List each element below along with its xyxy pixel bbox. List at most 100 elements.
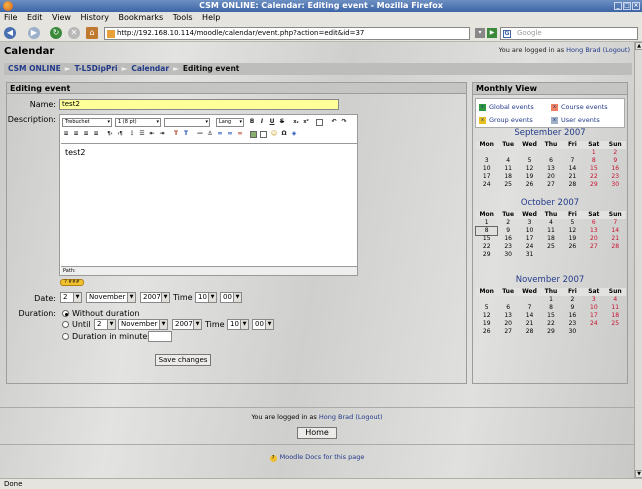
day-cell[interactable]: 8: [583, 157, 604, 165]
day-cell[interactable]: 17: [583, 312, 604, 320]
day-cell[interactable]: 24: [519, 243, 540, 251]
until-minute-select[interactable]: 00 ▼: [252, 319, 274, 330]
without-duration-radio[interactable]: [62, 310, 69, 317]
undo-icon[interactable]: ↶: [330, 118, 338, 126]
day-cell[interactable]: 31: [519, 251, 540, 259]
breadcrumb-calendar[interactable]: Calendar: [131, 64, 169, 73]
smiley-icon[interactable]: ☺: [270, 130, 278, 138]
history-dropdown-icon[interactable]: ▾: [475, 28, 485, 38]
day-cell[interactable]: 10: [476, 165, 497, 173]
day-cell[interactable]: 30: [497, 251, 518, 259]
url-bar[interactable]: http://192.168.10.114/moodle/calendar/ev…: [104, 27, 470, 40]
redo-icon[interactable]: ↷: [340, 118, 348, 126]
day-cell[interactable]: 4: [605, 296, 626, 304]
align-center-icon[interactable]: ≡: [72, 130, 80, 138]
day-cell[interactable]: 20: [540, 173, 561, 181]
home-button[interactable]: Home: [297, 427, 337, 439]
date-month-select[interactable]: November ▼: [86, 292, 136, 303]
table-icon[interactable]: [260, 131, 267, 138]
unlink-icon[interactable]: ∞: [226, 130, 234, 138]
html-source-icon[interactable]: ◈: [290, 130, 298, 138]
month-title[interactable]: November 2007: [473, 275, 627, 285]
day-cell[interactable]: 15: [540, 312, 561, 320]
search-input[interactable]: G Google: [500, 27, 638, 40]
paste-icon[interactable]: [316, 119, 323, 126]
day-cell[interactable]: 9: [605, 157, 626, 165]
day-cell[interactable]: 18: [605, 312, 626, 320]
date-year-select[interactable]: 2007 ▼: [140, 292, 170, 303]
format-select[interactable]: [164, 118, 210, 127]
day-cell[interactable]: 5: [562, 219, 583, 227]
day-cell[interactable]: 29: [476, 251, 497, 259]
day-cell[interactable]: 30: [605, 181, 626, 189]
until-month-select[interactable]: November ▼: [118, 319, 168, 330]
day-cell[interactable]: 25: [540, 243, 561, 251]
day-cell[interactable]: 30: [562, 328, 583, 336]
day-cell[interactable]: 3: [583, 296, 604, 304]
day-cell[interactable]: 23: [605, 173, 626, 181]
day-cell[interactable]: 7: [605, 219, 626, 227]
minimize-icon[interactable]: _: [614, 2, 622, 10]
day-cell[interactable]: 4: [540, 219, 561, 227]
moodle-docs-link[interactable]: ? Moodle Docs for this page: [0, 453, 634, 462]
menu-edit[interactable]: Edit: [27, 13, 43, 22]
day-cell[interactable]: 1: [476, 219, 497, 227]
day-cell[interactable]: 16: [562, 312, 583, 320]
day-cell[interactable]: 1: [540, 296, 561, 304]
day-cell[interactable]: 22: [476, 243, 497, 251]
day-cell[interactable]: 3: [519, 219, 540, 227]
day-cell[interactable]: 14: [562, 165, 583, 173]
day-cell[interactable]: 8: [540, 304, 561, 312]
day-cell[interactable]: 22: [540, 320, 561, 328]
horizontal-rule-icon[interactable]: —: [196, 130, 204, 138]
date-minute-select[interactable]: 00 ▼: [220, 292, 242, 303]
day-cell[interactable]: 29: [540, 328, 561, 336]
day-cell[interactable]: 23: [497, 243, 518, 251]
day-cell[interactable]: 6: [497, 304, 518, 312]
day-cell[interactable]: 16: [605, 165, 626, 173]
day-cell[interactable]: 26: [562, 243, 583, 251]
day-cell[interactable]: 21: [562, 173, 583, 181]
day-cell[interactable]: 13: [540, 165, 561, 173]
legend-course[interactable]: x Course events: [551, 103, 608, 111]
menu-help[interactable]: Help: [202, 13, 220, 22]
day-cell[interactable]: 17: [519, 235, 540, 243]
day-cell[interactable]: 11: [605, 304, 626, 312]
day-cell[interactable]: 6: [540, 157, 561, 165]
link-icon[interactable]: ∞: [216, 130, 224, 138]
day-cell[interactable]: 18: [497, 173, 518, 181]
day-cell[interactable]: 17: [476, 173, 497, 181]
day-cell[interactable]: 26: [476, 328, 497, 336]
text-color-icon[interactable]: T: [172, 130, 180, 138]
outdent-icon[interactable]: ⇤: [148, 130, 156, 138]
vertical-scrollbar[interactable]: ▲ ▼: [634, 42, 642, 478]
day-cell[interactable]: 15: [476, 235, 497, 243]
day-cell[interactable]: 2: [562, 296, 583, 304]
editor-content[interactable]: test2: [61, 143, 357, 266]
month-title[interactable]: September 2007: [473, 128, 627, 138]
close-icon[interactable]: ×: [632, 2, 640, 10]
day-cell[interactable]: 2: [497, 219, 518, 227]
go-icon[interactable]: ▶: [487, 28, 497, 38]
day-cell[interactable]: 7: [562, 157, 583, 165]
footer-user-link[interactable]: Hong Brad: [319, 413, 353, 421]
indent-icon[interactable]: ⇥: [158, 130, 166, 138]
day-cell[interactable]: 20: [497, 320, 518, 328]
day-cell[interactable]: 21: [605, 235, 626, 243]
day-cell[interactable]: 13: [497, 312, 518, 320]
month-title[interactable]: October 2007: [473, 198, 627, 208]
day-cell[interactable]: 29: [583, 181, 604, 189]
day-cell[interactable]: 14: [519, 312, 540, 320]
until-day-select[interactable]: 2 ▼: [94, 319, 116, 330]
day-cell[interactable]: 10: [519, 227, 540, 235]
day-cell[interactable]: 8: [474, 226, 499, 236]
day-cell[interactable]: 27: [540, 181, 561, 189]
menu-bookmarks[interactable]: Bookmarks: [119, 13, 164, 22]
menu-history[interactable]: History: [81, 13, 109, 22]
legend-global[interactable]: x Global events: [479, 103, 534, 111]
background-color-icon[interactable]: T: [182, 130, 190, 138]
day-cell[interactable]: 26: [519, 181, 540, 189]
day-cell[interactable]: 25: [605, 320, 626, 328]
underline-icon[interactable]: U: [268, 118, 276, 126]
subscript-icon[interactable]: x₂: [292, 118, 300, 126]
